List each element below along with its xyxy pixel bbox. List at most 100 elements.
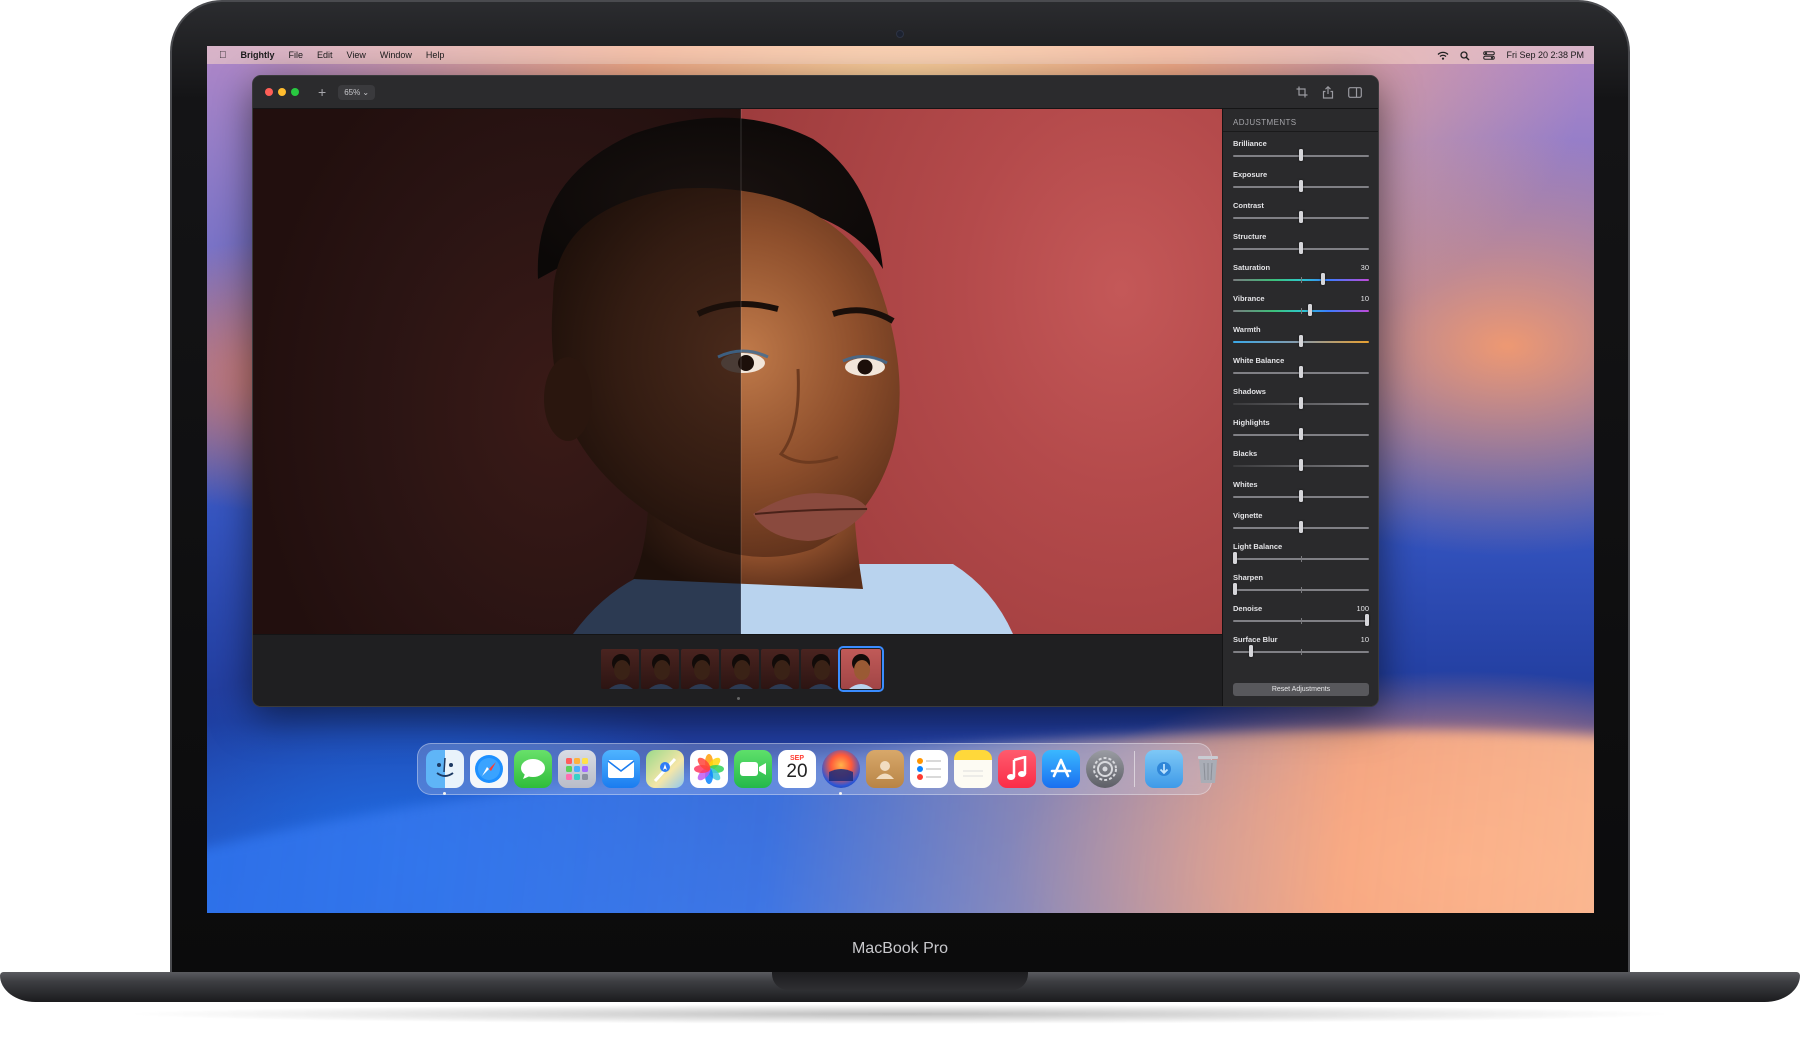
slider-exposure: Exposure (1233, 170, 1369, 200)
calendar-icon[interactable]: SEP 20 (778, 750, 816, 788)
slider-knob[interactable] (1299, 180, 1303, 192)
maps-icon[interactable] (646, 750, 684, 788)
slider-knob[interactable] (1299, 397, 1303, 409)
slider-knob[interactable] (1299, 521, 1303, 533)
slider-knob[interactable] (1299, 490, 1303, 502)
slider-center-tick (1301, 277, 1302, 283)
slider-vignette: Vignette (1233, 511, 1369, 541)
slider-knob[interactable] (1299, 459, 1303, 471)
slider-knob[interactable] (1233, 583, 1237, 595)
slider-label: Whites (1233, 480, 1258, 489)
music-icon[interactable] (998, 750, 1036, 788)
slider-knob[interactable] (1233, 552, 1237, 564)
launchpad-icon[interactable] (558, 750, 596, 788)
zoom-level-value: 65% (344, 87, 361, 97)
apple-menu-icon[interactable]:  (219, 50, 227, 61)
finder-icon[interactable] (426, 750, 464, 795)
filmstrip-thumbnail[interactable] (601, 649, 639, 689)
slider-knob[interactable] (1299, 211, 1303, 223)
slider-value: 10 (1360, 635, 1369, 644)
system-settings-icon[interactable] (1086, 750, 1124, 788)
slider-label: Sharpen (1233, 573, 1264, 582)
slider-knob[interactable] (1365, 614, 1369, 626)
adjustments-title: ADJUSTMENTS (1233, 118, 1297, 127)
slider-knob[interactable] (1299, 149, 1303, 161)
menu-file[interactable]: File (289, 50, 304, 60)
facetime-icon[interactable] (734, 750, 772, 788)
slider-label: Saturation (1233, 263, 1271, 272)
slider-center-tick (1301, 556, 1302, 562)
slider-label: Shadows (1233, 387, 1266, 396)
crop-icon[interactable] (1296, 86, 1308, 98)
slider-light-balance: Light Balance (1233, 542, 1369, 572)
slider-blacks: Blacks (1233, 449, 1369, 479)
contacts-icon[interactable] (866, 750, 904, 788)
slider-label: Light Balance (1233, 542, 1283, 551)
app-store-icon[interactable] (1042, 750, 1080, 788)
control-center-icon[interactable] (1483, 50, 1496, 60)
sidebar-icon[interactable] (1348, 86, 1362, 98)
filmstrip-thumbnail[interactable] (641, 649, 679, 689)
slider-knob[interactable] (1299, 242, 1303, 254)
slider-center-tick (1301, 649, 1302, 655)
menu-window[interactable]: Window (380, 50, 412, 60)
slider-knob[interactable] (1299, 428, 1303, 440)
title-bar: + 65% ⌄ (253, 76, 1378, 109)
slider-saturation: Saturation 30 (1233, 263, 1369, 293)
menu-view[interactable]: View (347, 50, 366, 60)
spotlight-search-icon[interactable] (1460, 50, 1471, 60)
adjustments-panel: ADJUSTMENTS Brilliance Exposure Contrast St… (1222, 109, 1378, 706)
slider-denoise: Denoise 100 (1233, 604, 1369, 634)
add-icon[interactable]: + (318, 84, 326, 100)
share-icon[interactable] (1322, 85, 1334, 99)
hinge-notch (772, 972, 1028, 990)
minimize-window-button[interactable] (278, 88, 286, 96)
slider-shadows: Shadows (1233, 387, 1369, 417)
menu-help[interactable]: Help (426, 50, 445, 60)
photo-canvas[interactable] (253, 109, 1222, 634)
notes-icon[interactable] (954, 750, 992, 788)
slider-knob[interactable] (1308, 304, 1312, 316)
slider-label: Vibrance (1233, 294, 1265, 303)
before-after-divider[interactable] (740, 109, 742, 634)
slider-knob[interactable] (1299, 366, 1303, 378)
slider-value: 30 (1360, 263, 1369, 272)
downloads-icon[interactable] (1145, 750, 1183, 788)
slider-value: 100 (1356, 604, 1369, 613)
filmstrip-thumbnail[interactable] (681, 649, 719, 689)
mail-icon[interactable] (602, 750, 640, 788)
brightly-icon[interactable] (822, 750, 860, 795)
slider-label: Contrast (1233, 201, 1264, 210)
filmstrip-indicator (737, 697, 740, 700)
slider-label: Denoise (1233, 604, 1263, 613)
zoom-level-dropdown[interactable]: 65% ⌄ (338, 84, 376, 100)
slider-knob[interactable] (1249, 645, 1253, 657)
slider-label: Warmth (1233, 325, 1261, 334)
slider-center-tick (1301, 587, 1302, 593)
filmstrip-thumbnail[interactable] (761, 649, 799, 689)
menu-clock[interactable]: Fri Sep 20 2:38 PM (1506, 50, 1584, 60)
wifi-icon[interactable] (1437, 51, 1449, 60)
photos-icon[interactable] (690, 750, 728, 788)
menu-app-name[interactable]: Brightly (241, 50, 275, 60)
trash-icon[interactable] (1189, 750, 1227, 788)
menu-edit[interactable]: Edit (317, 50, 333, 60)
filmstrip-thumbnail[interactable] (801, 649, 839, 689)
zoom-window-button[interactable] (291, 88, 299, 96)
slider-knob[interactable] (1321, 273, 1325, 285)
slider-label: Highlights (1233, 418, 1270, 427)
filmstrip-thumbnail[interactable] (838, 646, 884, 692)
reminders-icon[interactable] (910, 750, 948, 788)
slider-highlights: Highlights (1233, 418, 1369, 448)
slider-structure: Structure (1233, 232, 1369, 262)
close-window-button[interactable] (265, 88, 273, 96)
filmstrip (253, 634, 1222, 706)
safari-icon[interactable] (470, 750, 508, 788)
filmstrip-thumbnail[interactable] (721, 649, 759, 689)
slider-value: 10 (1360, 294, 1369, 303)
messages-icon[interactable] (514, 750, 552, 788)
slider-knob[interactable] (1299, 335, 1303, 347)
reset-adjustments-button[interactable]: Reset Adjustments (1233, 683, 1369, 696)
menu-bar:  Brightly File Edit View Window Help Fr… (207, 46, 1594, 64)
slider-contrast: Contrast (1233, 201, 1369, 231)
